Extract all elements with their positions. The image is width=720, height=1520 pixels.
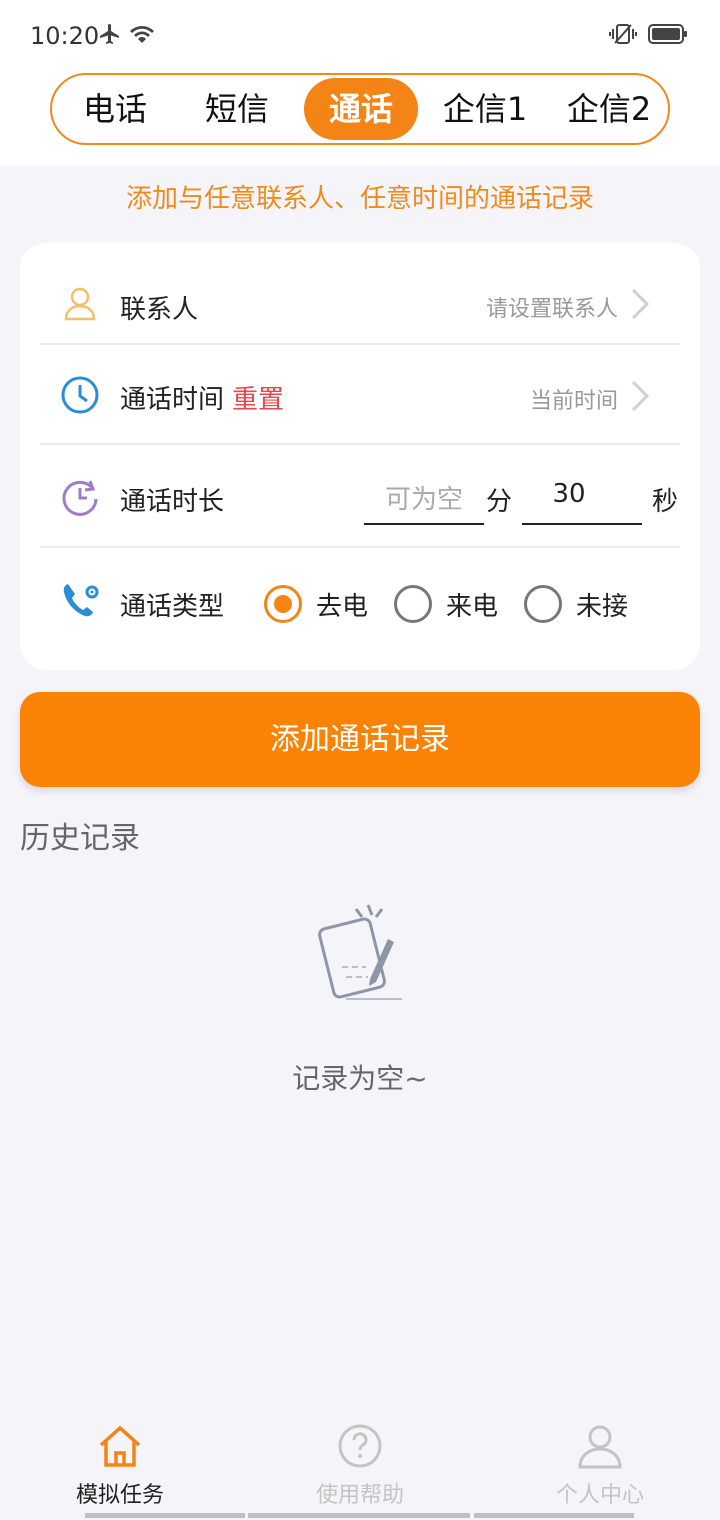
page-subtitle: 添加与任意联系人、任意时间的通话记录 — [125, 184, 594, 214]
home-icon — [95, 1423, 145, 1473]
nav-profile-label: 个人中心 — [555, 1483, 644, 1508]
tab-bar: 电话 短信 通话 企信1 企信2 — [50, 73, 670, 145]
status-bar: 10:20 — [0, 0, 720, 72]
nav-simulate-tasks-label: 模拟任务 — [75, 1483, 164, 1508]
call-type-row: 通话类型 去电 来电 未接 — [40, 548, 680, 658]
radio-missed-label[interactable]: 未接 — [576, 586, 628, 623]
seconds-input-underline — [522, 523, 642, 525]
add-call-record-button[interactable]: 添加通话记录 — [20, 692, 700, 787]
help-icon — [335, 1423, 385, 1473]
wifi-icon — [128, 22, 156, 50]
history-clock-icon — [60, 477, 100, 521]
duration-label: 通话时长 — [120, 487, 225, 517]
status-time: 10:20 — [30, 22, 100, 50]
airplane-icon — [98, 22, 122, 50]
radio-incoming[interactable] — [394, 585, 432, 623]
contact-row[interactable]: 联系人 请设置联系人 — [40, 243, 680, 343]
tab-sms[interactable]: 短信 — [182, 78, 292, 140]
phone-settings-icon — [60, 580, 102, 626]
reset-time-button[interactable]: 重置 — [232, 385, 284, 415]
tab-phone[interactable]: 电话 — [60, 78, 170, 140]
seconds-unit: 秒 — [652, 487, 679, 517]
radio-outgoing[interactable] — [264, 585, 302, 623]
call-type-label: 通话类型 — [120, 592, 225, 622]
tab-enterprise-msg-1[interactable]: 企信1 — [428, 78, 542, 140]
call-time-label-group: 通话时间 重置 — [120, 379, 284, 416]
history-title: 历史记录 — [20, 821, 140, 856]
call-form-card: 联系人 请设置联系人 通话时间重置 当前时间 通话时长 可为空 分 30 秒 — [20, 243, 700, 670]
nav-indicator — [85, 1513, 245, 1518]
clock-icon — [60, 375, 100, 419]
nav-help[interactable]: 使用帮助 — [240, 1405, 480, 1520]
call-time-label: 通话时间 — [120, 385, 225, 415]
chevron-right-icon — [630, 379, 650, 417]
battery-icon — [648, 23, 688, 49]
contact-value: 请设置联系人 — [485, 297, 618, 322]
chevron-right-icon — [630, 287, 650, 325]
minutes-input[interactable]: 可为空 — [364, 479, 484, 516]
tab-enterprise-msg-2[interactable]: 企信2 — [552, 78, 666, 140]
nav-profile[interactable]: 个人中心 — [480, 1405, 720, 1520]
nav-simulate-tasks[interactable]: 模拟任务 — [0, 1405, 240, 1520]
minutes-input-underline — [364, 523, 484, 525]
person-icon — [60, 283, 100, 327]
radio-missed[interactable] — [524, 585, 562, 623]
call-time-row[interactable]: 通话时间 重置 当前时间 — [40, 345, 680, 443]
duration-row: 通话时长 可为空 分 30 秒 — [40, 445, 680, 545]
seconds-input[interactable]: 30 — [522, 479, 616, 509]
nav-indicator — [474, 1513, 634, 1518]
nav-help-label: 使用帮助 — [315, 1483, 404, 1508]
contact-label: 联系人 — [120, 295, 199, 325]
empty-notebook-icon — [312, 895, 408, 1009]
status-right-icons — [608, 22, 688, 50]
minutes-unit: 分 — [486, 487, 513, 517]
bottom-nav: 模拟任务 使用帮助 个人中心 — [0, 1405, 720, 1520]
tab-call[interactable]: 通话 — [304, 78, 418, 140]
call-time-value: 当前时间 — [529, 389, 618, 414]
status-left-icons — [98, 22, 156, 50]
radio-incoming-label[interactable]: 来电 — [446, 586, 498, 623]
radio-outgoing-label[interactable]: 去电 — [316, 586, 368, 623]
vibrate-icon — [608, 22, 638, 50]
nav-indicator — [248, 1513, 470, 1518]
empty-state-text: 记录为空~ — [292, 1062, 428, 1095]
user-icon — [575, 1423, 625, 1473]
